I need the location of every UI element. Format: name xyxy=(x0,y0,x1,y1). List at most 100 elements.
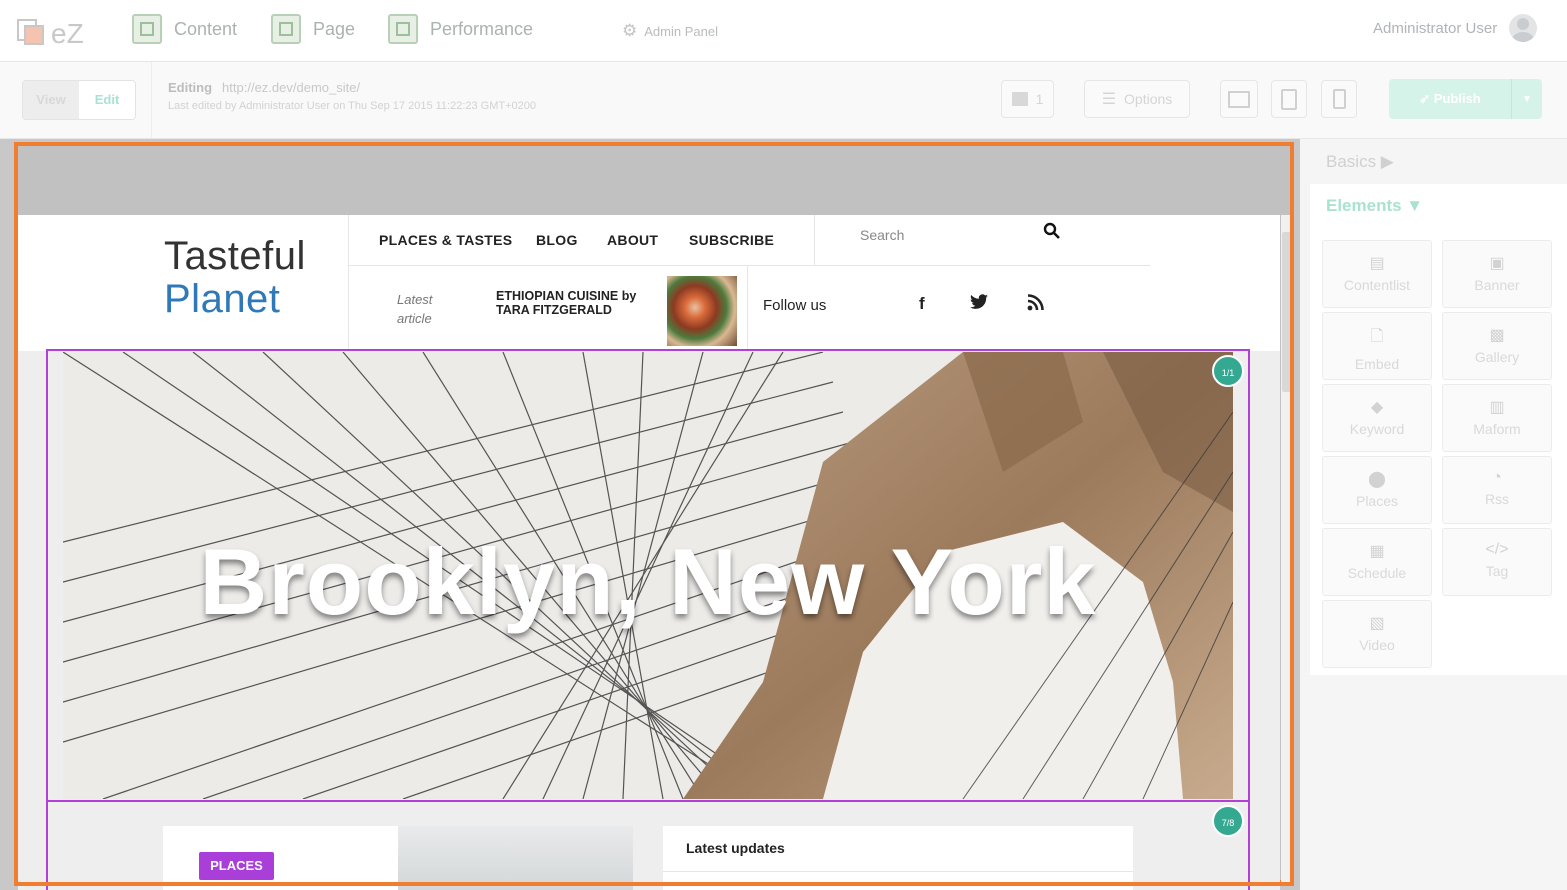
content-icon xyxy=(132,14,162,44)
element-places[interactable]: ⬤ Places xyxy=(1322,456,1432,524)
user-menu[interactable]: Administrator User xyxy=(1373,14,1538,42)
edit-button[interactable]: Edit xyxy=(79,81,135,119)
elements-section-toggle[interactable]: Elements ▼ xyxy=(1326,196,1423,216)
nav-performance-label: Performance xyxy=(430,18,534,39)
element-maform[interactable]: ▥ Maform xyxy=(1442,384,1552,452)
latest-label-2: article xyxy=(397,311,432,326)
editing-info: Editing http://ez.dev/demo_site/ xyxy=(168,80,360,95)
menu-places-tastes[interactable]: PLACES & TASTES xyxy=(379,232,512,248)
tile-label: Maform xyxy=(1473,421,1521,437)
options-button[interactable]: ☰ Options xyxy=(1084,80,1190,118)
tile-label: Schedule xyxy=(1347,565,1407,581)
blocks-count-button[interactable]: 1 xyxy=(1001,80,1054,118)
twitter-icon[interactable] xyxy=(970,294,989,315)
rss-icon[interactable] xyxy=(1027,294,1044,316)
ez-logo[interactable]: eZ xyxy=(17,14,97,49)
tile-label: Places xyxy=(1355,493,1399,509)
element-keyword[interactable]: ◆ Keyword xyxy=(1322,384,1432,452)
facebook-icon[interactable]: f xyxy=(919,294,925,314)
site-brand-line1[interactable]: Tasteful xyxy=(164,234,306,279)
nav-performance[interactable]: Performance xyxy=(388,14,533,44)
tile-label: Video xyxy=(1359,637,1395,653)
tile-label: Rss xyxy=(1484,491,1510,507)
mobile-view-button[interactable] xyxy=(1321,80,1357,118)
editing-url: http://ez.dev/demo_site/ xyxy=(222,80,361,95)
view-button[interactable]: View xyxy=(23,81,79,119)
element-banner[interactable]: ▣ Banner xyxy=(1442,240,1552,308)
image-icon: ▩ xyxy=(1489,327,1505,344)
element-embed[interactable]: 🗋 Embed xyxy=(1322,312,1432,380)
element-tag[interactable]: </> Tag xyxy=(1442,528,1552,596)
element-schedule[interactable]: ▦ Schedule xyxy=(1322,528,1432,596)
publish-dropdown-icon[interactable]: ▼ xyxy=(1511,79,1542,119)
basics-section-toggle[interactable]: Basics ▶ xyxy=(1326,152,1394,172)
list-icon: ▤ xyxy=(1369,255,1385,272)
nav-page-label: Page xyxy=(313,18,356,39)
divider xyxy=(349,265,1150,266)
admin-panel-link[interactable]: ⚙ Admin Panel xyxy=(622,21,718,41)
search-icon[interactable] xyxy=(1043,222,1061,245)
performance-icon xyxy=(388,14,418,44)
page-icon xyxy=(271,14,301,44)
calendar-icon: ▦ xyxy=(1369,543,1385,560)
menu-icon: ☰ xyxy=(1101,91,1117,108)
latest-updates-title: Latest updates xyxy=(686,840,785,856)
rss-icon: ◔ xyxy=(1492,469,1502,486)
tile-label: Keyword xyxy=(1349,421,1405,437)
desktop-view-button[interactable] xyxy=(1220,80,1258,118)
admin-panel-label: Admin Panel xyxy=(644,23,718,39)
last-edited: Last edited by Administrator User on Thu… xyxy=(168,100,537,112)
element-video[interactable]: ▧ Video xyxy=(1322,600,1432,668)
blocks-count: 1 xyxy=(1035,91,1044,107)
svg-text:eZ: eZ xyxy=(51,18,84,48)
film-icon: ▧ xyxy=(1369,615,1385,632)
tags-icon: ◆ xyxy=(1370,399,1384,416)
site-search-input[interactable]: Search xyxy=(860,227,904,243)
publish-label: Publish xyxy=(1433,91,1481,106)
selected-block-hero[interactable] xyxy=(46,349,1250,802)
places-tag[interactable]: PLACES xyxy=(199,852,274,880)
nav-content[interactable]: Content xyxy=(132,14,237,44)
tile-label: Embed xyxy=(1354,356,1400,372)
latest-article-thumbnail[interactable] xyxy=(667,276,737,346)
editor-toolbar: View Edit Editing http://ez.dev/demo_site… xyxy=(0,62,1567,139)
code-icon: </> xyxy=(1485,541,1509,558)
archive-icon xyxy=(1011,92,1028,106)
tablet-view-button[interactable] xyxy=(1271,80,1307,118)
latest-article-label: Latest article xyxy=(397,290,457,328)
divider xyxy=(151,62,152,138)
tile-label: Contentlist xyxy=(1343,277,1411,293)
options-label: Options xyxy=(1124,91,1173,107)
divider xyxy=(348,215,349,350)
element-rss[interactable]: ◔ Rss xyxy=(1442,456,1552,524)
tablet-icon xyxy=(1281,88,1297,110)
elements-grid: ▤ Contentlist ▣ Banner 🗋 Embed ▩ Gallery ◆ Ke… xyxy=(1310,228,1567,675)
editing-label: Editing xyxy=(168,80,213,95)
latest-article-title[interactable]: ETHIOPIAN CUISINE by TARA FITZGERALD xyxy=(496,289,646,317)
follow-us-label: Follow us xyxy=(763,297,827,314)
scrollbar-thumb[interactable] xyxy=(1282,232,1292,392)
element-contentlist[interactable]: ▤ Contentlist xyxy=(1322,240,1432,308)
rocket-icon: ➶ xyxy=(1419,91,1434,106)
latest-label-1: Latest xyxy=(397,292,433,307)
site-brand-line2[interactable]: Planet xyxy=(164,277,280,322)
menu-about[interactable]: ABOUT xyxy=(607,232,658,248)
bar-chart-icon: ▥ xyxy=(1489,399,1505,416)
divider xyxy=(814,215,815,265)
mobile-icon xyxy=(1332,89,1346,109)
gear-icon: ⚙ xyxy=(622,21,638,40)
divider xyxy=(663,871,1133,872)
content-block-badge: 7/8 xyxy=(1212,805,1244,837)
menu-blog[interactable]: BLOG xyxy=(536,232,578,248)
publish-button[interactable]: ➶ Publish ▼ xyxy=(1389,79,1542,119)
nav-page[interactable]: Page xyxy=(271,14,355,44)
avatar xyxy=(1509,14,1538,42)
map-marker-icon: ⬤ xyxy=(1368,471,1386,488)
hero-block-badge: 1/1 xyxy=(1212,355,1244,387)
article-card-image[interactable] xyxy=(398,826,633,890)
view-edit-toggle[interactable]: View Edit xyxy=(22,80,136,120)
divider xyxy=(747,266,748,350)
menu-subscribe[interactable]: SUBSCRIBE xyxy=(689,232,774,248)
tile-label: Tag xyxy=(1485,563,1509,579)
element-gallery[interactable]: ▩ Gallery xyxy=(1442,312,1552,380)
